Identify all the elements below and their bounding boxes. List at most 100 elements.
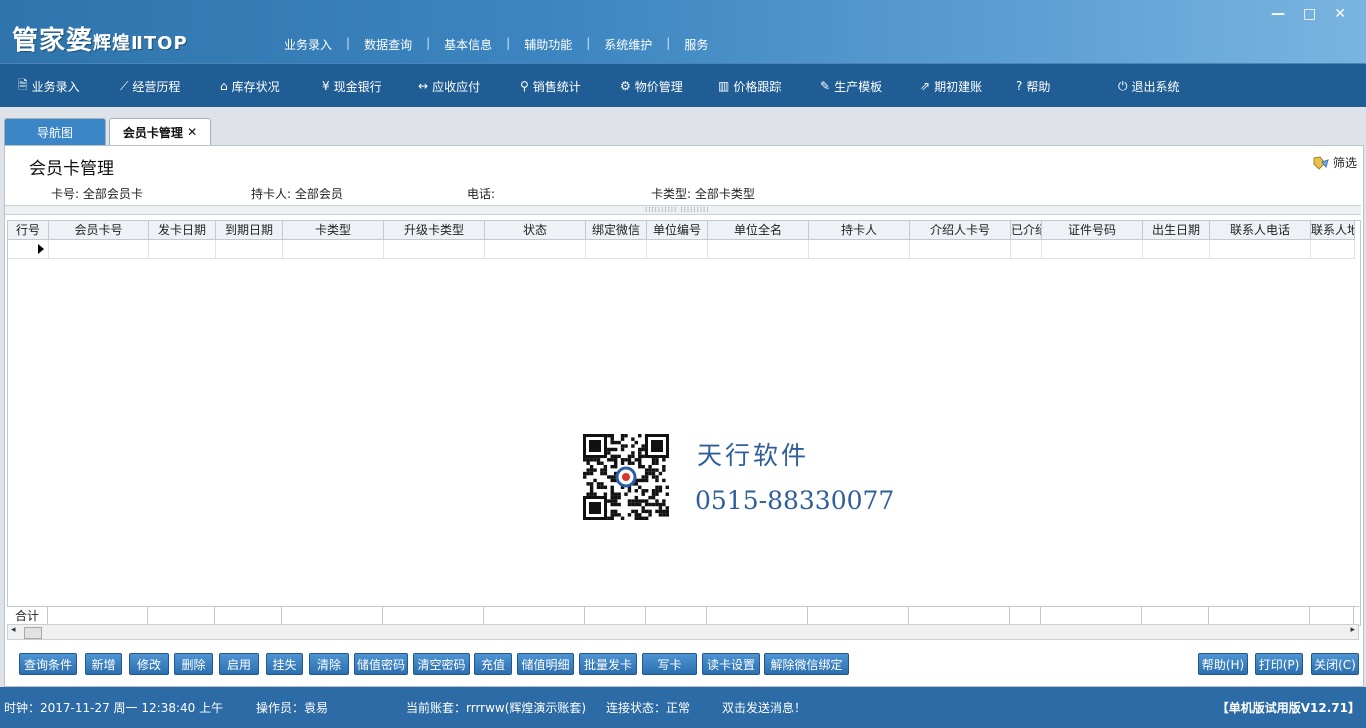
toolbar-item[interactable]: ✎ 生产模板 [820,78,882,95]
toolbar-item[interactable]: ⏻ 退出系统 [1118,78,1180,95]
action-button[interactable]: 读卡设置 [702,653,760,675]
table-cell[interactable] [586,240,647,258]
sum-cell [215,607,282,625]
sum-cell [1142,607,1209,625]
column-header[interactable]: 升级卡类型 [384,221,485,239]
action-button[interactable]: 充值 [474,653,512,675]
table-cell[interactable] [49,240,149,258]
scroll-right-icon[interactable]: ▸ [1350,625,1355,635]
top-menu-item[interactable]: 系统维护 [590,36,666,53]
horizontal-scrollbar[interactable]: ◂ ▸ [7,624,1359,640]
column-header[interactable]: 单位编号 [647,221,708,239]
column-header[interactable]: 到期日期 [216,221,283,239]
toolbar-item[interactable]: ⚲ 销售统计 [520,78,581,95]
column-header[interactable]: 介绍人卡号 [910,221,1011,239]
top-menu: 业务录入 | 数据查询 | 基本信息 | 辅助功能 | 系统维护 | 服务 [270,36,722,53]
action-button[interactable]: 启用 [219,653,259,675]
top-menu-item[interactable]: 数据查询 [350,36,426,53]
action-button[interactable]: 储值明细 [517,653,574,675]
table-cell[interactable] [384,240,485,258]
sum-cell [1041,607,1142,625]
close-tab-icon[interactable]: ✕ [187,125,197,139]
sum-cell [909,607,1010,625]
close-window-icon[interactable]: ✕ [1334,6,1346,22]
app-logo: 管家婆辉煌ⅡTOP [12,26,188,56]
top-menu-item[interactable]: 服务 [670,36,722,53]
top-menu-item[interactable]: 辅助功能 [510,36,586,53]
action-button[interactable]: 删除 [174,653,213,675]
action-button[interactable]: 解除微信绑定 [764,653,849,675]
sum-cell [1310,607,1354,625]
dialog-button[interactable]: 打印(P) [1255,653,1303,675]
column-header[interactable]: 证件号码 [1042,221,1143,239]
action-button[interactable]: 新增 [85,653,122,675]
action-button[interactable]: 写卡 [642,653,697,675]
toolbar-item[interactable]: ⟋ 经营历程 [120,78,180,95]
message-text[interactable]: 双击发送消息！ [722,699,806,716]
column-header[interactable]: 联系人电话 [1210,221,1311,239]
toolbar-item[interactable]: ↔ 应收应付 [418,78,480,95]
table-cell[interactable] [809,240,910,258]
document-icon: 🗎 [18,77,28,92]
table-cell[interactable] [283,240,384,258]
action-button[interactable]: 清空密码 [413,653,470,675]
column-header[interactable]: 联系人地 [1311,221,1355,239]
table-cell[interactable] [1011,240,1042,258]
scroll-thumb[interactable] [24,627,42,639]
top-menu-item[interactable]: 基本信息 [430,36,506,53]
action-button[interactable]: 批量发卡 [579,653,637,675]
tab-member-card[interactable]: 会员卡管理 ✕ [109,118,211,145]
dialog-button[interactable]: 帮助(H) [1198,653,1248,675]
toolbar-item[interactable]: ¥ 现金银行 [322,78,382,95]
table-cell[interactable] [708,240,809,258]
table-cell[interactable] [1210,240,1311,258]
toolbar-label: 库存状况 [231,79,280,94]
dialog-button[interactable]: 关闭(C) [1311,653,1359,675]
filter-button[interactable]: 筛选 [1313,154,1357,171]
column-header[interactable]: 发卡日期 [149,221,216,239]
toolbar-item[interactable]: ? 帮助 [1016,78,1050,95]
top-menu-item[interactable]: 业务录入 [270,36,346,53]
panel-splitter[interactable]: ⁞⁞⁞⁞⁞⁞⁞⁞⁞⁞ ⁞⁞⁞⁞⁞⁞⁞⁞⁞ [5,205,1361,215]
column-header[interactable]: 状态 [485,221,586,239]
column-header[interactable]: 持卡人 [809,221,910,239]
action-button[interactable]: 储值密码 [354,653,408,675]
action-button[interactable]: 修改 [129,653,169,675]
toolbar-item[interactable]: ⇗ 期初建账 [920,78,982,95]
sum-cell [148,607,215,625]
grid-header: 行号 会员卡号 发卡日期 到期日期 卡类型 升级卡类型 状态 绑定微信 单位编号 单位全名 持卡人介… [8,221,1355,240]
maximize-icon[interactable]: □ [1303,6,1316,22]
table-cell[interactable] [485,240,586,258]
scroll-left-icon[interactable]: ◂ [11,625,16,635]
table-cell[interactable] [149,240,216,258]
column-header[interactable]: 已介绍 [1011,221,1042,239]
phone-text: 0515-88330077 [695,486,895,515]
column-header[interactable]: 出生日期 [1143,221,1210,239]
action-button[interactable]: 挂失 [266,653,303,675]
table-cell[interactable] [647,240,708,258]
sum-label: 合计 [7,607,48,625]
column-header[interactable]: 绑定微信 [586,221,647,239]
column-header[interactable]: 会员卡号 [49,221,149,239]
sum-row: 合计 [7,606,1359,625]
table-cell[interactable] [1143,240,1210,258]
toolbar-item[interactable]: ▥ 价格跟踪 [718,78,781,95]
toolbar-item[interactable]: ⚙ 物价管理 [620,78,683,95]
table-row[interactable] [8,240,1355,259]
column-header[interactable]: 单位全名 [708,221,809,239]
column-header[interactable]: 卡类型 [283,221,384,239]
line-chart-icon: ⟋ [120,78,129,93]
tab-navigation[interactable]: 导航图 [4,118,106,145]
action-button[interactable]: 清除 [309,653,349,675]
toolbar-item[interactable]: 🗎 业务录入 [18,76,80,97]
operator-text: 操作员：袁易 [256,701,329,715]
table-cell[interactable] [1042,240,1143,258]
row-indicator[interactable] [8,240,49,258]
table-cell[interactable] [216,240,283,258]
table-cell[interactable] [1311,240,1355,258]
table-cell[interactable] [910,240,1011,258]
minimize-icon[interactable]: — [1271,6,1285,22]
column-header[interactable]: 行号 [8,221,49,239]
action-button[interactable]: 查询条件 [19,653,77,675]
toolbar-item[interactable]: ⌂ 库存状况 [220,78,280,95]
